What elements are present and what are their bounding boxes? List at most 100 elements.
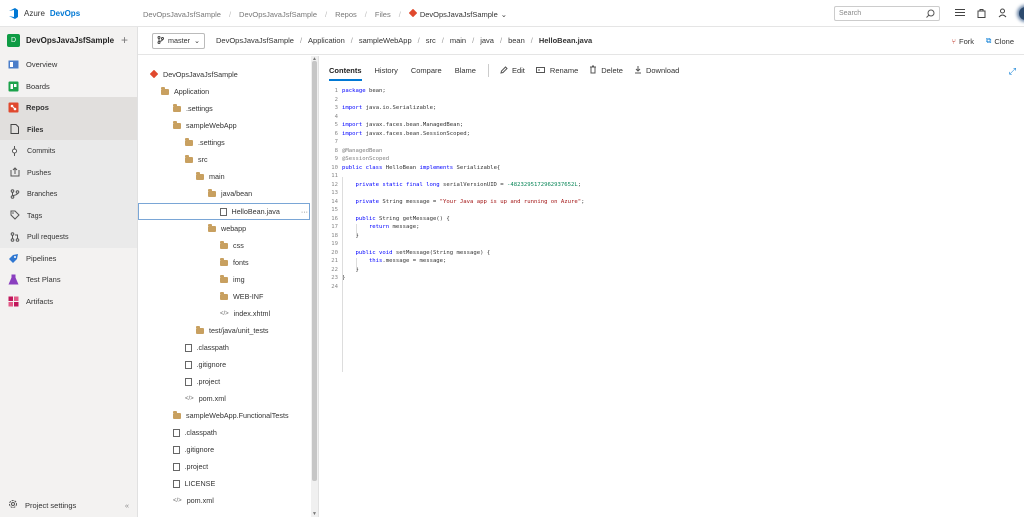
tree-item-folder[interactable]: java/bean [208,185,252,202]
path-segment[interactable]: sampleWebApp [359,36,412,45]
tab-contents[interactable]: Contents [329,56,362,85]
breadcrumb-separator: / [364,9,367,19]
breadcrumb-org[interactable]: DevOpsJavaJsfSample [143,10,221,19]
tree-item-folder[interactable]: .settings [185,134,225,151]
tab-history[interactable]: History [375,56,398,85]
rename-button[interactable]: Rename [535,66,578,76]
shopping-bag-icon[interactable] [977,8,986,20]
tree-item-file[interactable]: .classpath [185,339,229,356]
tree-item-file[interactable]: </> index.xhtml [220,305,270,322]
tree-item-folder[interactable]: .settings [173,100,213,117]
sidebar-item-commits[interactable]: Commits [0,140,137,162]
breadcrumb-separator: / [228,9,232,19]
tree-scrollbar[interactable]: ▲ ▼ [311,56,318,517]
download-button[interactable]: Download [634,65,679,76]
fork-icon: ⑂ [951,36,957,46]
tree-item-file[interactable]: .project [185,373,220,390]
user-settings-icon[interactable] [998,8,1007,20]
code-viewer[interactable]: 1 package bean; 2 3 import java.io.Seriali… [329,87,1019,372]
sidebar-item-label: Tags [27,210,43,220]
tree-item-file-selected[interactable]: HelloBean.java ··· [220,203,308,220]
rename-icon [535,66,546,76]
project-header[interactable]: D DevOpsJavaJsfSample + [0,27,137,54]
line-number: 10 [331,164,338,171]
edit-button[interactable]: Edit [500,65,525,76]
breadcrumb-repos[interactable]: Repos [335,10,357,19]
add-icon[interactable]: + [121,33,128,47]
tree-item-folder[interactable]: main [196,168,225,185]
sidebar-item-pushes[interactable]: Pushes [0,162,137,184]
tree-item-label: .project [184,462,209,471]
tree-item-file[interactable]: LICENSE [173,475,215,492]
tree-item-folder[interactable]: webapp [208,220,246,237]
list-icon[interactable] [955,8,965,19]
code-text: String getMessage() { [375,215,450,222]
tab-compare[interactable]: Compare [411,56,442,85]
sidebar-item-repos[interactable]: Repos [0,97,137,119]
clone-button[interactable]: ⧉ Clone [986,36,1014,46]
sidebar-item-pipelines[interactable]: Pipelines [0,248,137,270]
tree-item-repo-root[interactable]: DevOpsJavaJsfSample [149,66,238,83]
sidebar-item-overview[interactable]: Overview [0,54,137,76]
code-text: serialVersionUID = [439,181,508,188]
branch-selector[interactable]: master ⌄ [152,32,205,49]
path-segment[interactable]: DevOpsJavaJsfSample [216,36,294,45]
sidebar-item-files[interactable]: Files [0,118,137,140]
avatar[interactable] [1019,7,1024,20]
breadcrumb-project[interactable]: DevOpsJavaJsfSample [239,10,317,19]
tree-item-file[interactable]: .gitignore [185,356,226,373]
tree-item-file[interactable]: .project [173,458,208,475]
folder-icon [208,224,216,232]
file-icon [9,124,20,135]
tree-item-folder[interactable]: sampleWebApp.FunctionalTests [173,407,289,424]
code-line: 6 import javax.faces.bean.SessionScoped; [329,130,1019,139]
tree-item-file[interactable]: </> pom.xml [185,390,226,407]
tree-item-folder[interactable]: css [220,237,244,254]
sidebar-item-tags[interactable]: Tags [0,205,137,227]
line-number: 7 [334,139,338,145]
fork-button[interactable]: ⑂ Fork [952,36,975,46]
sidebar-item-branches[interactable]: Branches [0,183,137,205]
line-number: 5 [334,122,338,128]
code-keyword: public [342,215,376,222]
sidebar-item-test-plans[interactable]: Test Plans [0,269,137,291]
project-badge: D [7,34,20,47]
breadcrumb-files[interactable]: Files [375,10,391,19]
tree-item-folder[interactable]: src [185,151,208,168]
search-input[interactable]: Search [834,6,940,21]
scrollbar-thumb[interactable] [312,61,317,481]
tree-item-folder[interactable]: test/java/unit_tests [196,322,269,339]
pane-divider[interactable] [318,56,319,517]
download-icon [634,65,642,76]
scroll-down-arrow-icon[interactable]: ▼ [312,511,317,517]
sidebar-item-artifacts[interactable]: Artifacts [0,291,137,313]
path-segment[interactable]: bean [508,36,525,45]
project-settings-button[interactable]: Project settings « [0,493,138,517]
overview-icon [8,59,19,70]
left-navigation: D DevOpsJavaJsfSample + Overview Boards … [0,27,138,517]
tree-item-folder[interactable]: Application [161,83,209,100]
tree-item-folder[interactable]: WEB-INF [220,288,263,305]
tree-item-file[interactable]: .gitignore [173,441,214,458]
collapse-nav-icon[interactable]: « [125,501,129,510]
path-separator: / [499,36,503,45]
tree-item-folder[interactable]: sampleWebApp [173,117,237,134]
expand-icon[interactable]: ⤢ [1009,66,1016,77]
brand[interactable]: Azure DevOps [8,8,80,19]
path-segment[interactable]: src [426,36,436,45]
path-segment[interactable]: Application [308,36,345,45]
more-options-icon[interactable]: ··· [301,207,308,216]
delete-button[interactable]: Delete [589,65,623,76]
tree-item-folder[interactable]: fonts [220,254,249,271]
tree-item-file[interactable]: .classpath [173,424,217,441]
repo-selector[interactable]: DevOpsJavaJsfSample ⌄ [408,8,507,19]
code-keyword: return [342,224,390,230]
sidebar-item-boards[interactable]: Boards [0,76,137,98]
path-segment[interactable]: java [480,36,494,45]
tab-blame[interactable]: Blame [455,56,476,85]
tree-item-folder[interactable]: img [220,271,245,288]
sidebar-item-pull-requests[interactable]: Pull requests [0,226,137,248]
path-segment[interactable]: main [450,36,466,45]
tree-item-file[interactable]: </> pom.xml [173,492,214,509]
sidebar-item-label: Branches [27,189,58,199]
